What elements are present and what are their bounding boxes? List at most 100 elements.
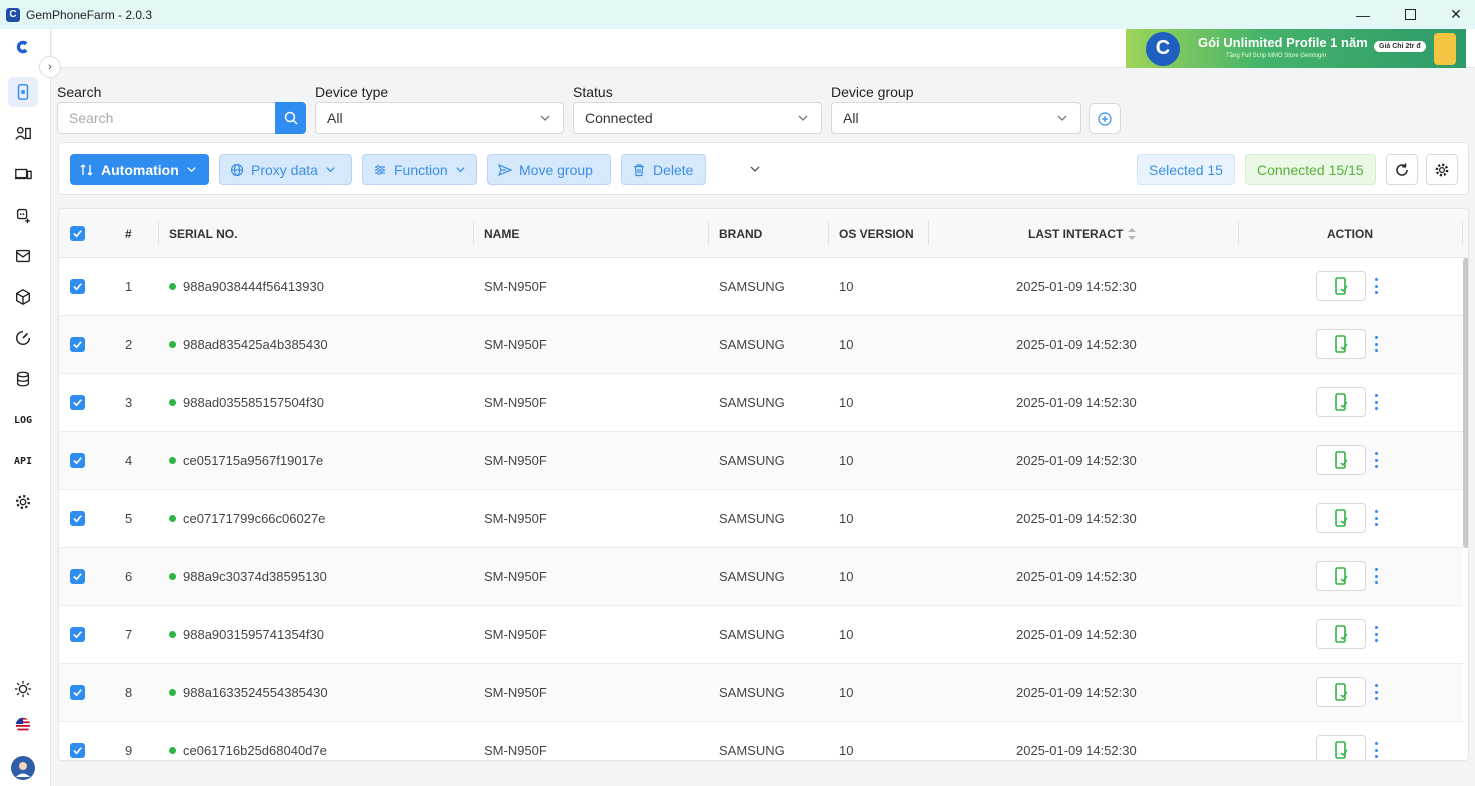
sort-icon[interactable] bbox=[1127, 227, 1137, 241]
view-device-button[interactable] bbox=[1316, 329, 1366, 359]
more-options-icon[interactable] bbox=[1373, 568, 1379, 584]
table-row[interactable]: 3 988ad035585157504f30 SM-N950F SAMSUNG … bbox=[59, 374, 1463, 432]
sidebar-item-mail[interactable] bbox=[8, 241, 38, 271]
automation-button[interactable]: Automation bbox=[70, 154, 209, 185]
table-row[interactable]: 2 988ad835425a4b385430 SM-N950F SAMSUNG … bbox=[59, 316, 1463, 374]
col-name[interactable]: NAME bbox=[484, 209, 519, 258]
col-os-version[interactable]: OS VERSION bbox=[839, 209, 914, 258]
status-select[interactable]: Connected bbox=[573, 102, 822, 134]
add-device-group-button[interactable] bbox=[1089, 103, 1121, 134]
more-options-icon[interactable] bbox=[1373, 394, 1379, 410]
row-checkbox[interactable] bbox=[70, 432, 85, 489]
sidebar-item-devices[interactable] bbox=[8, 77, 38, 107]
search-input[interactable]: Search bbox=[57, 102, 276, 134]
row-checkbox[interactable] bbox=[70, 664, 85, 721]
maximize-icon[interactable] bbox=[1387, 0, 1433, 29]
send-icon bbox=[498, 163, 512, 176]
sidebar-item-database[interactable] bbox=[8, 364, 38, 394]
table-row[interactable]: 4 ce051715a9567f19017e SM-N950F SAMSUNG … bbox=[59, 432, 1463, 490]
view-device-button[interactable] bbox=[1316, 619, 1366, 649]
table-row[interactable]: 6 988a9c30374d38595130 SM-N950F SAMSUNG … bbox=[59, 548, 1463, 606]
last-interact: 2025-01-09 14:52:30 bbox=[1016, 569, 1137, 584]
more-options-icon[interactable] bbox=[1373, 742, 1379, 758]
delete-button[interactable]: Delete bbox=[621, 154, 706, 185]
device-name: SM-N950F bbox=[484, 685, 547, 700]
device-group-select[interactable]: All bbox=[831, 102, 1081, 134]
promo-banner[interactable]: C Gói Unlimited Profile 1 năm Tặng Full … bbox=[1126, 29, 1466, 68]
sidebar-item-settings[interactable] bbox=[8, 487, 38, 517]
row-checkbox[interactable] bbox=[70, 548, 85, 605]
row-checkbox[interactable] bbox=[70, 490, 85, 547]
table-scrollbar[interactable] bbox=[1463, 258, 1468, 548]
view-device-button[interactable] bbox=[1316, 677, 1366, 707]
sidebar-item-log[interactable]: LOG bbox=[8, 405, 38, 435]
select-all-checkbox[interactable] bbox=[70, 209, 85, 258]
view-device-button[interactable] bbox=[1316, 503, 1366, 533]
search-button[interactable] bbox=[275, 102, 306, 134]
refresh-icon bbox=[1396, 163, 1408, 176]
theme-toggle[interactable] bbox=[8, 674, 38, 704]
sidebar-item-profiles[interactable] bbox=[8, 118, 38, 148]
function-button[interactable]: Function bbox=[362, 154, 477, 185]
table-row[interactable]: 5 ce07171799c66c06027e SM-N950F SAMSUNG … bbox=[59, 490, 1463, 548]
chevron-down-icon bbox=[456, 167, 465, 173]
sidebar-item-packages[interactable] bbox=[8, 282, 38, 312]
os-version: 10 bbox=[839, 453, 854, 468]
row-checkbox[interactable] bbox=[70, 374, 85, 431]
sidebar-item-speed[interactable] bbox=[8, 323, 38, 353]
table-row[interactable]: 8 988a1633524554385430 SM-N950F SAMSUNG … bbox=[59, 664, 1463, 722]
close-icon[interactable]: ✕ bbox=[1433, 0, 1475, 29]
sidebar-item-api[interactable]: API bbox=[8, 446, 38, 476]
view-device-button[interactable] bbox=[1316, 735, 1366, 760]
serial-number: 988ad035585157504f30 bbox=[183, 395, 324, 410]
more-options-icon[interactable] bbox=[1373, 510, 1379, 526]
row-checkbox[interactable] bbox=[70, 316, 85, 373]
refresh-button[interactable] bbox=[1386, 154, 1418, 185]
view-device-button[interactable] bbox=[1316, 271, 1366, 301]
more-options-icon[interactable] bbox=[1373, 278, 1379, 294]
more-options-icon[interactable] bbox=[1373, 626, 1379, 642]
col-serial[interactable]: SERIAL NO. bbox=[169, 209, 237, 258]
check-icon bbox=[73, 515, 82, 523]
view-device-button[interactable] bbox=[1316, 445, 1366, 475]
sidebar-item-multi-device[interactable] bbox=[8, 159, 38, 189]
more-options-icon[interactable] bbox=[1373, 336, 1379, 352]
serial-number: 988a9031595741354f30 bbox=[183, 627, 324, 642]
serial-number: ce061716b25d68040d7e bbox=[183, 743, 327, 758]
check-icon bbox=[73, 689, 82, 697]
table-row[interactable]: 9 ce061716b25d68040d7e SM-N950F SAMSUNG … bbox=[59, 722, 1463, 760]
sidebar-collapse-button[interactable]: › bbox=[39, 56, 61, 78]
col-brand[interactable]: BRAND bbox=[719, 209, 762, 258]
move-group-button[interactable]: Move group bbox=[487, 154, 611, 185]
check-icon bbox=[73, 399, 82, 407]
view-device-button[interactable] bbox=[1316, 561, 1366, 591]
last-interact: 2025-01-09 14:52:30 bbox=[1016, 743, 1137, 758]
minimize-icon[interactable]: — bbox=[1340, 0, 1386, 29]
sidebar-item-scripts[interactable] bbox=[8, 200, 38, 230]
filter-bar: Search Search Device type All Status Con… bbox=[52, 68, 1475, 140]
row-checkbox[interactable] bbox=[70, 606, 85, 663]
serial-number: ce07171799c66c06027e bbox=[183, 511, 326, 526]
language-selector[interactable] bbox=[8, 710, 38, 740]
table-row[interactable]: 7 988a9031595741354f30 SM-N950F SAMSUNG … bbox=[59, 606, 1463, 664]
device-name: SM-N950F bbox=[484, 627, 547, 642]
table-row[interactable]: 1 988a9038444f56413930 SM-N950F SAMSUNG … bbox=[59, 258, 1463, 316]
col-last-interact[interactable]: LAST INTERACT bbox=[1028, 209, 1137, 258]
table-settings-button[interactable] bbox=[1426, 154, 1458, 185]
devices-table: # SERIAL NO. NAME BRAND OS VERSION LAST … bbox=[58, 208, 1469, 761]
check-icon bbox=[73, 631, 82, 639]
device-type-select[interactable]: All bbox=[315, 102, 564, 134]
plus-circle-icon bbox=[1098, 111, 1112, 126]
last-interact: 2025-01-09 14:52:30 bbox=[1016, 627, 1137, 642]
proxy-data-button[interactable]: Proxy data bbox=[219, 154, 352, 185]
check-icon bbox=[73, 747, 82, 755]
avatar[interactable] bbox=[8, 753, 38, 783]
phone-check-icon bbox=[1335, 393, 1348, 411]
view-device-button[interactable] bbox=[1316, 387, 1366, 417]
row-checkbox[interactable] bbox=[70, 258, 85, 315]
last-interact: 2025-01-09 14:52:30 bbox=[1016, 279, 1137, 294]
more-actions-chevron-icon[interactable] bbox=[749, 163, 761, 175]
more-options-icon[interactable] bbox=[1373, 684, 1379, 700]
row-checkbox[interactable] bbox=[70, 722, 85, 760]
more-options-icon[interactable] bbox=[1373, 452, 1379, 468]
